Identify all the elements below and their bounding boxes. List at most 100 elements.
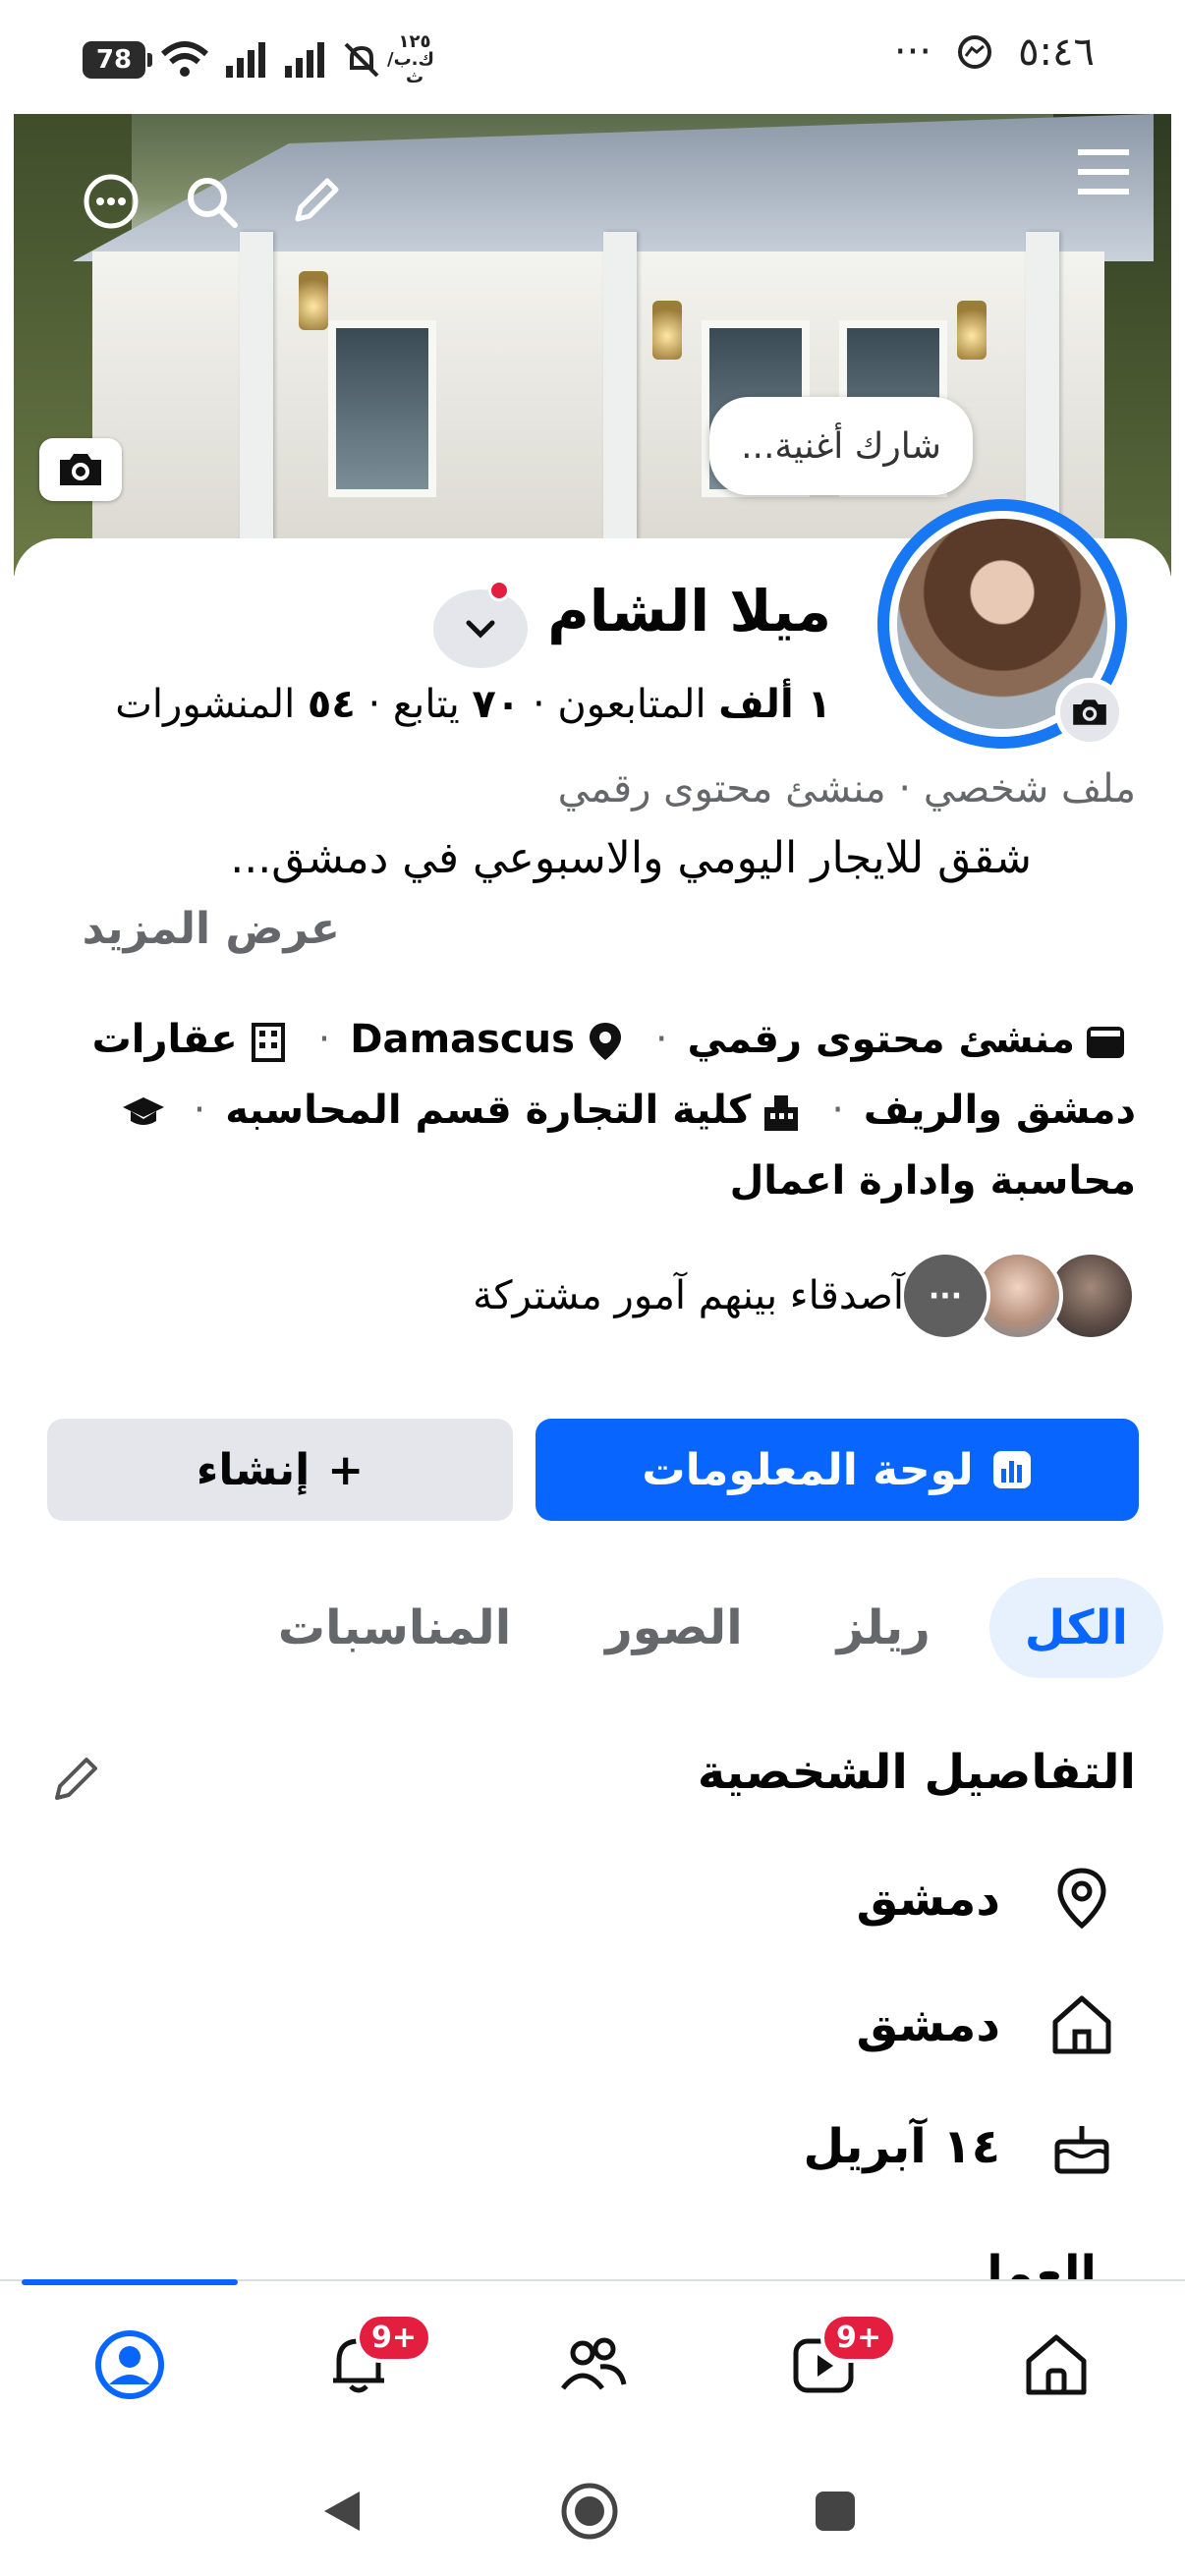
creator-detail: منشئ محتوى رقمي: [687, 1017, 1075, 1062]
school-building-icon: [764, 1095, 799, 1131]
notification-dot: [488, 580, 510, 601]
dashboard-button[interactable]: لوحة المعلومات: [536, 1419, 1139, 1521]
muted-bell-icon: [344, 42, 379, 78]
separator: ·: [831, 1088, 844, 1133]
posts-count: ٥٤: [307, 682, 356, 727]
tab-photos[interactable]: الصور: [570, 1578, 778, 1678]
tab-events[interactable]: المناسبات: [243, 1578, 546, 1678]
separator: ·: [654, 1017, 668, 1062]
edit-profile-button[interactable]: [281, 167, 350, 236]
posts-label: المنشورات: [115, 682, 296, 727]
profile-name: ميلا الشام: [547, 578, 831, 644]
profile-icon: [95, 2330, 164, 2399]
cover-porch-post: [603, 232, 637, 576]
separator: ·: [193, 1088, 206, 1133]
following-label[interactable]: يتابع: [393, 682, 460, 727]
more-options-button[interactable]: [77, 167, 145, 236]
detail-row-birthday: ١٤ آبريل: [803, 2102, 1116, 2191]
more-options-icon: [84, 174, 139, 229]
school-detail[interactable]: كلية التجارة قسم المحاسبه: [225, 1088, 751, 1133]
edit-avatar-button[interactable]: [1055, 678, 1124, 747]
plus-icon: +: [327, 1444, 365, 1495]
graduation-cap-icon: [122, 1097, 164, 1125]
separator: ·: [532, 682, 545, 727]
profile-stats: ١ ألف المتابعون · ٧٠ يتابع · ٥٤ المنشورا…: [115, 682, 831, 727]
profile-details: منشئ محتوى رقمي · Damascus · عقارات دمشق…: [45, 1004, 1136, 1216]
profile-bio: شقق للايجار اليومي والاسبوعي في دمشق...: [230, 833, 1032, 883]
birthday-value: ١٤ آبريل: [803, 2119, 1000, 2174]
location-value: دمشق: [856, 1872, 1000, 1927]
detail-row-hometown: دمشق: [857, 1981, 1116, 2069]
followers-count[interactable]: ١ ألف: [718, 682, 831, 727]
signal-icon-2: [285, 42, 324, 78]
nav-video[interactable]: 9+: [779, 2313, 897, 2409]
personal-details-title: التفاصيل الشخصية: [697, 1745, 1136, 1800]
profile-tabs: الكل ريلز الصور المناسبات: [243, 1578, 1163, 1678]
status-left: 78 ١٢٥ ك.ب/ث: [83, 33, 434, 86]
study-detail: محاسبة وادارة اعمال: [729, 1158, 1136, 1204]
back-triangle-icon: [324, 2492, 360, 2531]
tab-all[interactable]: الكل: [988, 1578, 1163, 1678]
status-bar: 78 ١٢٥ ك.ب/ث ··· ٥:٤٦: [0, 0, 1185, 114]
profile-category: ملف شخصي · منشئ محتوى رقمي: [557, 766, 1136, 812]
cover-window: [328, 320, 436, 497]
messenger-icon: [958, 35, 992, 69]
detail-row-location: دمشق: [857, 1855, 1116, 1943]
mutual-friends-text: آصدقاء بينهم آمور مشتركة: [473, 1273, 904, 1318]
hamburger-menu-icon: [1078, 149, 1129, 195]
camera-icon: [1073, 700, 1106, 725]
nav-notifications[interactable]: 9+: [314, 2313, 432, 2409]
cover-lamp: [957, 301, 987, 360]
home-circle-icon: [561, 2483, 618, 2540]
back-button[interactable]: [312, 2482, 371, 2541]
cover-porch-post: [240, 232, 273, 576]
cover-lamp: [299, 271, 328, 330]
active-tab-indicator: [22, 2279, 238, 2285]
followers-label[interactable]: المتابعون: [557, 682, 705, 727]
location-pin-icon: [1057, 1868, 1106, 1930]
city-detail: Damascus: [350, 1017, 575, 1062]
network-speed: ١٢٥ ك.ب/ث: [387, 31, 434, 87]
mutual-friends-row[interactable]: ··· آصدقاء بينهم آمور مشتركة: [473, 1248, 1136, 1344]
clock: ٥:٤٦: [1018, 29, 1095, 75]
tab-reels[interactable]: ريلز: [802, 1578, 966, 1678]
search-icon: [188, 178, 238, 228]
search-button[interactable]: [177, 167, 246, 236]
nav-profile[interactable]: [85, 2321, 174, 2409]
bottom-navigation: 9+ 9+: [0, 2279, 1185, 2442]
separator: ·: [317, 1017, 331, 1062]
pencil-icon: [295, 178, 339, 222]
system-navigation: [0, 2442, 1185, 2576]
nav-home[interactable]: [1012, 2321, 1100, 2409]
video-clapper-icon: [1087, 1027, 1124, 1058]
home-system-button[interactable]: [560, 2482, 619, 2541]
edit-details-pencil-icon[interactable]: [49, 1753, 104, 1808]
notifications-badge: 9+: [355, 2313, 432, 2363]
nav-friends[interactable]: [548, 2321, 637, 2409]
see-more-link[interactable]: عرض المزيد: [83, 904, 340, 954]
home-icon: [1026, 2334, 1087, 2395]
dashboard-label: لوحة المعلومات: [642, 1444, 974, 1495]
profile-switch-button[interactable]: [433, 589, 528, 668]
status-right: ··· ٥:٤٦: [894, 29, 1095, 75]
home-icon: [1052, 1995, 1111, 2054]
chevron-down-icon: [466, 620, 495, 639]
separator: ·: [367, 682, 381, 727]
recents-button[interactable]: [806, 2482, 865, 2541]
battery-indicator: 78: [83, 41, 152, 79]
menu-button[interactable]: [1069, 138, 1138, 206]
chart-bars-icon: [992, 1451, 1031, 1488]
share-song-bubble[interactable]: شارك أغنية...: [709, 397, 973, 495]
location-pin-icon: [589, 1023, 621, 1060]
create-button[interactable]: + إنشاء: [47, 1419, 513, 1521]
status-overflow: ···: [893, 29, 932, 75]
recents-square-icon: [816, 2492, 855, 2531]
hometown-value: دمشق: [856, 1997, 1000, 2052]
camera-icon: [60, 454, 101, 485]
following-count[interactable]: ٧٠: [472, 682, 520, 727]
edit-cover-button[interactable]: [39, 438, 122, 501]
facebook-profile-screen: 78 ١٢٥ ك.ب/ث ··· ٥:٤٦ شارك أغنية... ميلا…: [0, 0, 1185, 2576]
cover-lamp: [652, 301, 682, 360]
next-section-heading: العمل: [962, 2246, 1097, 2281]
mutual-friend-more: ···: [900, 1251, 990, 1341]
